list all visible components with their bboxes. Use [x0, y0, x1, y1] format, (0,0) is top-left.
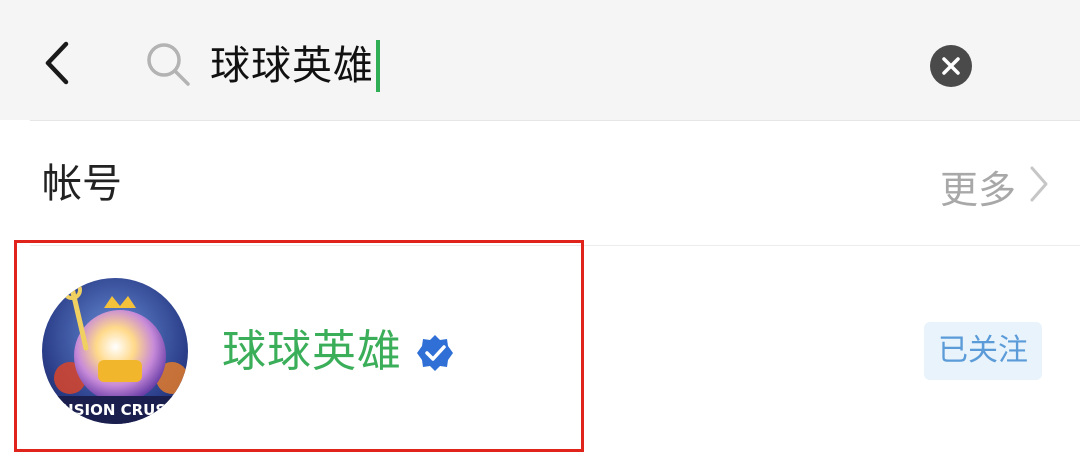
chevron-right-icon: [1028, 164, 1050, 208]
search-input[interactable]: 球球英雄: [210, 38, 380, 94]
section-title: 帐号: [42, 161, 122, 207]
back-chevron-icon[interactable]: [38, 38, 78, 88]
more-link[interactable]: 更多: [940, 158, 1050, 214]
clear-icon[interactable]: [930, 45, 972, 87]
text-caret: [376, 40, 380, 92]
divider: [30, 120, 1080, 121]
search-query-text: 球球英雄: [210, 43, 374, 89]
search-icon: [144, 40, 192, 88]
search-bar: 球球英雄: [0, 0, 1080, 120]
more-label: 更多: [939, 167, 1016, 212]
highlight-box: [14, 240, 584, 452]
follow-status-button[interactable]: 已关注: [924, 322, 1042, 380]
